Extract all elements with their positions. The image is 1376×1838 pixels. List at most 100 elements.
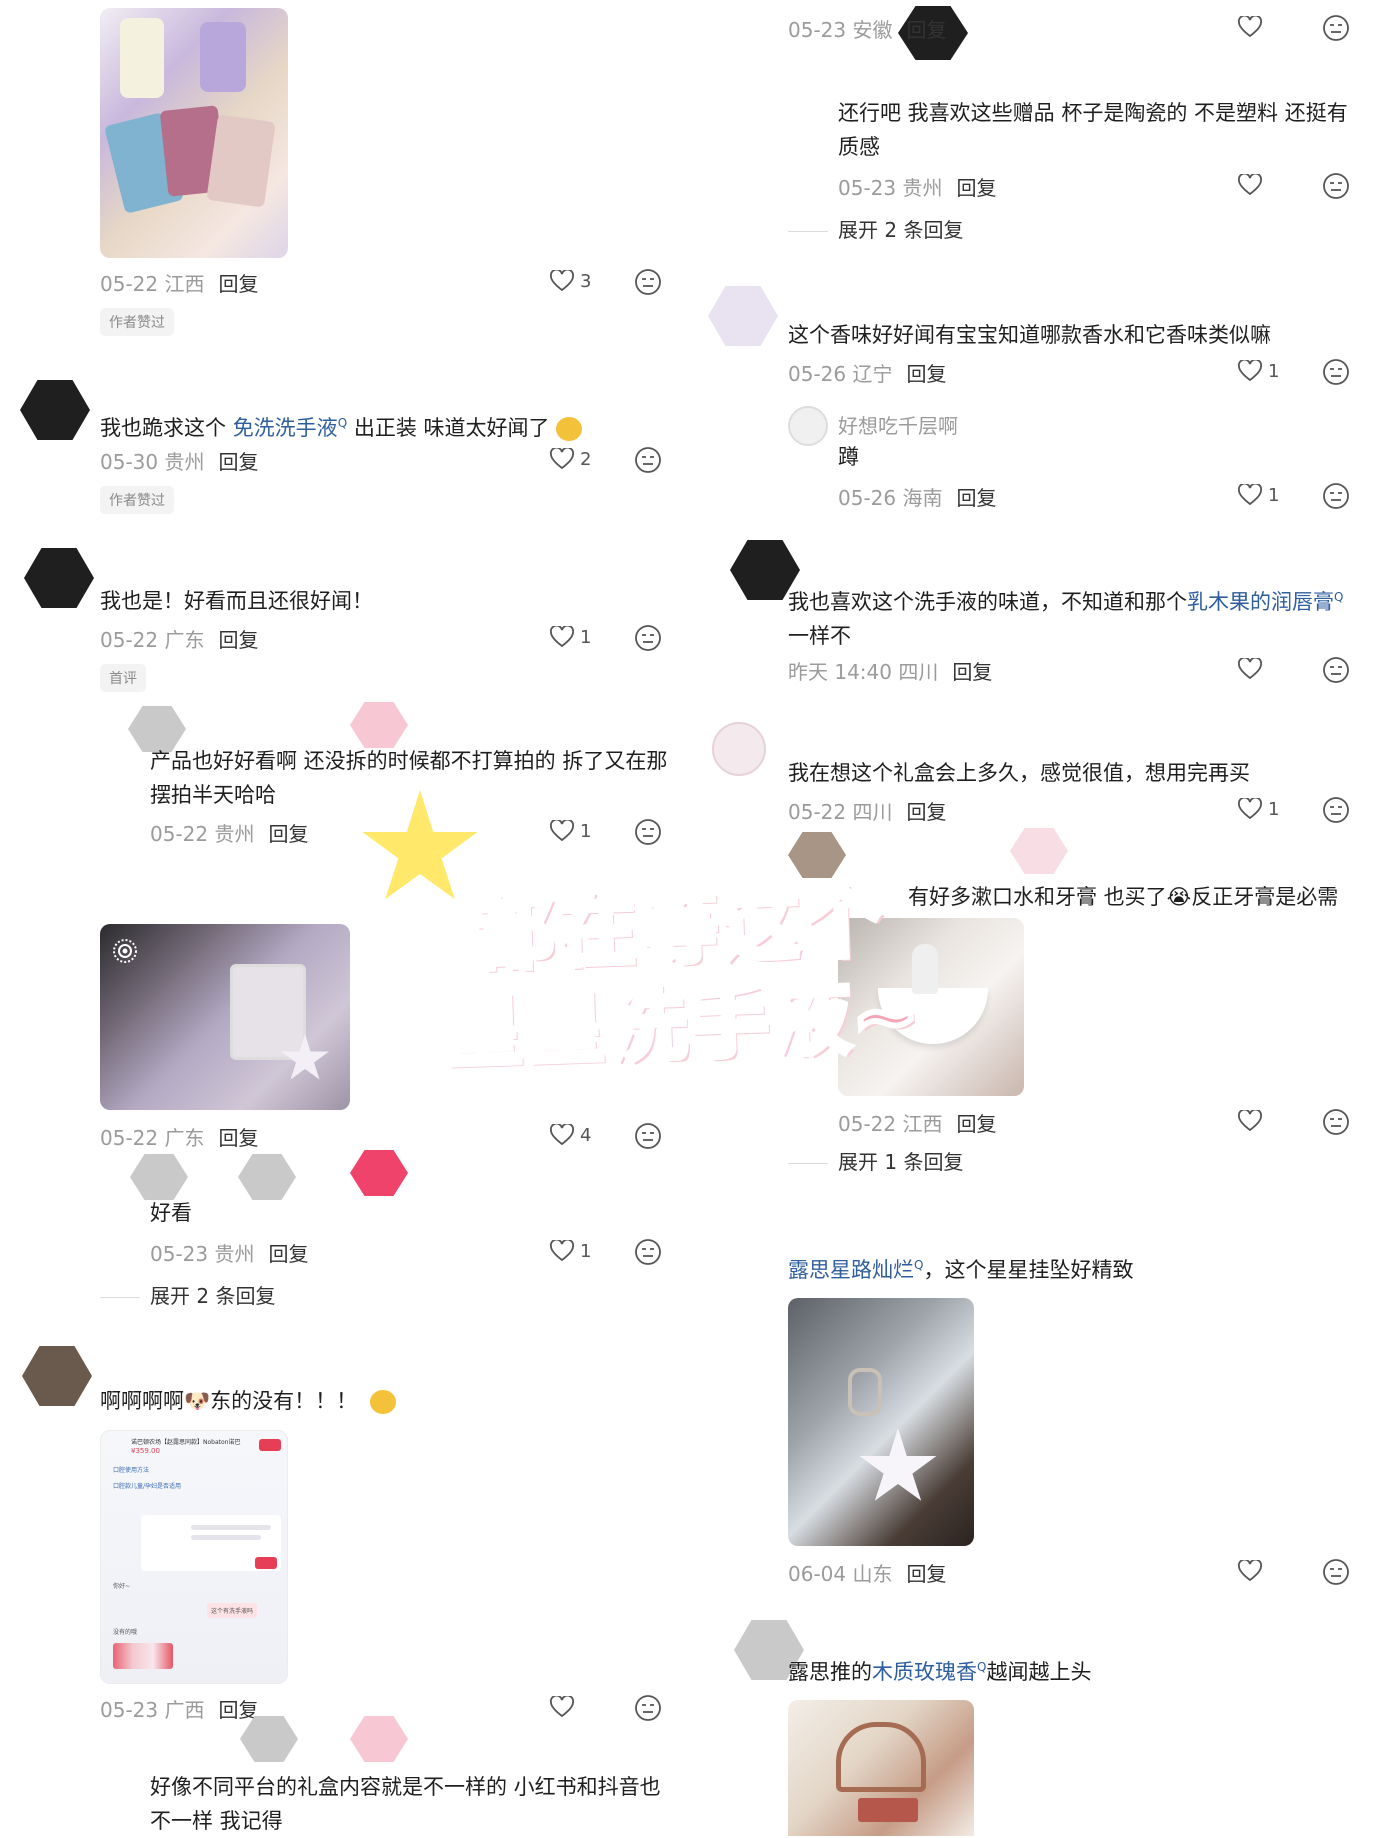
like-count: 1	[1268, 798, 1280, 820]
avatar[interactable]	[712, 722, 766, 776]
like-button[interactable]: 1	[550, 626, 591, 648]
like-button[interactable]: 1	[1238, 798, 1279, 820]
reply-button[interactable]: 回复	[906, 18, 946, 42]
comment-date: 05-26 海南	[838, 486, 943, 510]
comment-image-chat-screenshot[interactable]: 诺巴顿农场【赵露思同款】Nobaton诺巴... ¥359.00 口腔使用方法 …	[100, 1430, 288, 1684]
avatar[interactable]	[22, 1346, 92, 1406]
reply-button[interactable]: 回复	[956, 1112, 996, 1136]
topic-link[interactable]: 木质玫瑰香	[872, 1660, 977, 1684]
like-button[interactable]	[1238, 1110, 1262, 1132]
like-button[interactable]: 4	[550, 1124, 591, 1146]
reply-button[interactable]: 回复	[906, 1562, 946, 1586]
comment-text: 我也跪求这个 免洗洗手液Q 出正装 味道太好闻了	[100, 406, 660, 445]
like-button[interactable]: 3	[550, 270, 591, 292]
dislike-icon[interactable]	[1322, 358, 1350, 386]
expand-replies-button[interactable]: 展开 1 条回复	[788, 1146, 963, 1175]
avatar[interactable]	[788, 406, 828, 446]
topic-link[interactable]: 免洗洗手液	[233, 416, 338, 440]
chat-faq-item: 口腔使用方法	[113, 1467, 150, 1474]
like-button[interactable]: 2	[550, 448, 591, 470]
dislike-icon[interactable]	[634, 818, 662, 846]
reply-button[interactable]: 回复	[268, 822, 308, 846]
like-button[interactable]	[1238, 658, 1262, 680]
comment-date: 05-23 安徽	[788, 18, 893, 42]
comment-text: 露思推的木质玫瑰香Q越闻越上头	[788, 1660, 1092, 1684]
dislike-icon[interactable]	[1322, 796, 1350, 824]
reply-button[interactable]: 回复	[218, 1698, 258, 1722]
avatar[interactable]	[788, 832, 846, 878]
like-count: 1	[580, 820, 592, 842]
comment-text: 我在想这个礼盒会上多久，感觉很值，想用完再买	[788, 761, 1250, 785]
heart-icon	[1238, 798, 1262, 820]
heart-icon	[1238, 1110, 1262, 1132]
heart-icon	[550, 448, 574, 470]
dislike-icon[interactable]	[634, 268, 662, 296]
reply-username[interactable]: 好想吃千层啊	[838, 410, 958, 439]
reply-button[interactable]: 回复	[218, 450, 258, 474]
comment-image-bag[interactable]	[788, 1700, 974, 1836]
dislike-icon[interactable]	[634, 624, 662, 652]
comment-image-gift-box[interactable]	[100, 8, 288, 258]
reply-button[interactable]: 回复	[956, 486, 996, 510]
reply-button[interactable]: 回复	[906, 362, 946, 386]
expand-replies-button[interactable]: 展开 2 条回复	[788, 214, 963, 243]
comment-meta: 05-26 海南 回复	[838, 482, 996, 511]
topic-link[interactable]: 乳木果的润唇膏	[1187, 590, 1334, 614]
comment-text-part: 我也跪求这个	[100, 416, 226, 440]
comment-text: 啊啊啊啊🐶东的没有！！！	[100, 1384, 660, 1418]
dislike-icon[interactable]	[1322, 656, 1350, 684]
comment-text-part: ，这个星星挂坠好精致	[923, 1258, 1134, 1282]
like-button[interactable]	[550, 1696, 574, 1718]
reply-button[interactable]: 回复	[218, 1126, 258, 1150]
avatar[interactable]	[24, 548, 94, 608]
like-button[interactable]	[1238, 1560, 1262, 1582]
dislike-icon[interactable]	[1322, 14, 1350, 42]
dislike-icon[interactable]	[1322, 482, 1350, 510]
heart-icon	[550, 1240, 574, 1262]
avatar[interactable]	[130, 1154, 188, 1200]
topic-link[interactable]: 露思星路灿烂	[788, 1258, 914, 1282]
like-button[interactable]: 1	[1238, 360, 1279, 382]
dislike-icon[interactable]	[634, 446, 662, 474]
heart-icon	[550, 820, 574, 842]
comment-meta: 05-23 贵州 回复	[838, 172, 996, 201]
comment-date: 05-26 辽宁	[788, 362, 893, 386]
comment-meta: 05-23 贵州 回复	[150, 1238, 308, 1267]
comment-image-car-charm[interactable]	[788, 1298, 974, 1546]
heart-icon	[1238, 658, 1262, 680]
like-button[interactable]	[1238, 16, 1262, 38]
expand-replies-button[interactable]: 展开 2 条回复	[100, 1280, 275, 1309]
like-count: 4	[580, 1124, 592, 1146]
dislike-icon[interactable]	[634, 1694, 662, 1722]
reply-button[interactable]: 回复	[268, 1242, 308, 1266]
avatar-blur	[350, 702, 408, 748]
avatar[interactable]	[20, 380, 90, 440]
comment-image-keychain[interactable]	[100, 924, 350, 1110]
chat-message: 这个有洗手液吗	[207, 1603, 258, 1618]
reply-button[interactable]: 回复	[952, 660, 992, 684]
reply-button[interactable]: 回复	[956, 176, 996, 200]
reply-button[interactable]: 回复	[218, 272, 258, 296]
dislike-icon[interactable]	[634, 1122, 662, 1150]
like-button[interactable]	[1238, 174, 1262, 196]
like-button[interactable]: 1	[550, 820, 591, 842]
heart-icon	[550, 1696, 574, 1718]
like-button[interactable]: 1	[550, 1240, 591, 1262]
comment-date: 05-30 贵州	[100, 450, 205, 474]
dislike-icon[interactable]	[1322, 1108, 1350, 1136]
comment-text: 这个香味好好闻有宝宝知道哪款香水和它香味类似嘛	[788, 323, 1271, 347]
dislike-icon[interactable]	[634, 1238, 662, 1266]
avatar-blur	[238, 1154, 296, 1200]
reply-button[interactable]: 回复	[906, 800, 946, 824]
headline-overlay: 都在等这个 星星洗手液~	[417, 871, 943, 1081]
dislike-icon[interactable]	[1322, 172, 1350, 200]
chat-message: 你好~	[113, 1583, 131, 1590]
dislike-icon[interactable]	[1322, 1558, 1350, 1586]
comment-meta: 06-04 山东 回复	[788, 1558, 946, 1587]
like-button[interactable]: 1	[1238, 484, 1279, 506]
avatar[interactable]	[708, 286, 778, 346]
comment-meta: 05-23 广西 回复	[100, 1694, 258, 1723]
reply-text: 有好多漱口水和牙膏 也买了😭反正牙膏是必需	[908, 880, 1368, 914]
reply-button[interactable]: 回复	[218, 628, 258, 652]
heart-icon	[1238, 484, 1262, 506]
